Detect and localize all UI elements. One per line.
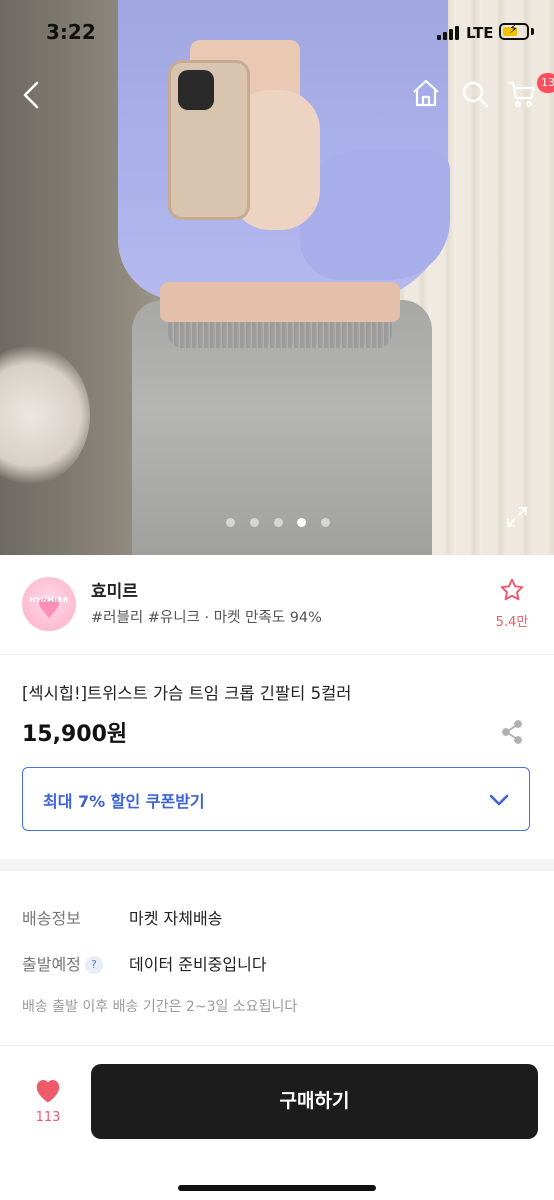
departure-label: 출발예정 [22, 955, 81, 974]
pager-dot[interactable] [250, 518, 259, 527]
departure-value: 데이터 준비중입니다 [129, 955, 267, 974]
seller-name[interactable]: 효미르 [91, 577, 138, 602]
coupon-label: 최대 7% 할인 쿠폰받기 [43, 792, 205, 811]
help-icon[interactable]: ? [84, 956, 103, 974]
seller-avatar[interactable]: ♥ HYOMIRR [22, 577, 76, 631]
status-bar: 3:22 LTE ⚡ [0, 0, 554, 64]
departure-label-group: 출발예정? [22, 951, 103, 975]
home-icon[interactable] [411, 79, 441, 107]
model-midriff [160, 282, 400, 322]
like-button[interactable]: 113 [22, 1076, 74, 1125]
star-icon [500, 578, 524, 601]
seller-tags: #러블리 #유니크 · 마켓 만족도 94% [91, 610, 322, 626]
section-divider [0, 859, 554, 871]
product-title: [섹시힙!]트위스트 가슴 트임 크롭 긴팔티 5컬러 [22, 684, 352, 703]
signal-icon [437, 26, 461, 40]
heart-icon [36, 1080, 60, 1103]
seller-row[interactable]: ♥ HYOMIRR 효미르 #러블리 #유니크 · 마켓 만족도 94% 5.4… [0, 555, 554, 655]
shipping-note: 배송 출발 이후 배송 기간은 2~3일 소요됩니다 [22, 999, 298, 1015]
home-indicator [178, 1185, 376, 1191]
back-icon[interactable] [20, 80, 44, 110]
share-icon[interactable] [501, 720, 523, 748]
model-sleeve [300, 150, 450, 280]
pager-dot-active[interactable] [297, 518, 306, 527]
battery-nub [531, 28, 534, 35]
product-price: 15,900원 [22, 722, 128, 747]
phone-camera [178, 70, 214, 110]
favorite-count: 5.4만 [495, 615, 529, 630]
shipping-info-label: 배송정보 [22, 909, 81, 928]
status-time: 3:22 [46, 20, 96, 44]
network-label: LTE [466, 24, 494, 42]
battery-icon: ⚡ [499, 22, 529, 40]
expand-icon[interactable] [505, 505, 529, 529]
seller-logo-text: HYOMIRR [29, 596, 69, 604]
coupon-button[interactable]: 최대 7% 할인 쿠폰받기 [22, 767, 530, 831]
favorite-store-button[interactable]: 5.4만 [490, 577, 534, 630]
pager-dot[interactable] [321, 518, 330, 527]
like-count: 113 [35, 1110, 61, 1125]
shipping-info-value: 마켓 자체배송 [129, 909, 223, 928]
cart-icon[interactable] [507, 80, 537, 108]
cart-count-badge: 13 [537, 73, 554, 93]
buy-button[interactable]: 구매하기 [91, 1064, 538, 1139]
pager-dot[interactable] [274, 518, 283, 527]
chevron-down-icon [487, 788, 511, 816]
shipping-info-row: 배송정보 마켓 자체배송 [22, 905, 542, 929]
bottom-action-bar: 113 구매하기 [0, 1045, 554, 1200]
fur-pillow [0, 345, 90, 485]
pager-dot[interactable] [226, 518, 235, 527]
search-icon[interactable] [461, 80, 489, 108]
departure-row: 출발예정? 데이터 준비중입니다 [22, 951, 542, 975]
